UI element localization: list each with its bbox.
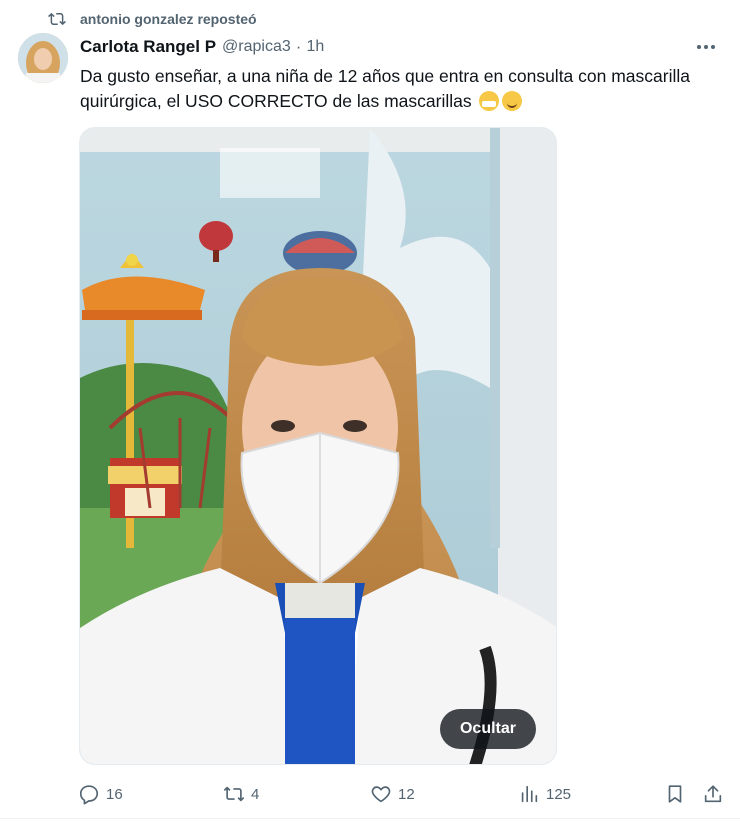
repost-icon xyxy=(48,12,66,26)
smiling-face-emoji xyxy=(502,91,523,111)
repost-button[interactable]: 4 xyxy=(223,780,259,808)
tweet-actions: 16 4 12 125 xyxy=(78,780,730,808)
more-options-icon[interactable] xyxy=(692,36,720,58)
views-button[interactable]: 125 xyxy=(518,780,571,808)
views-count: 125 xyxy=(546,785,572,803)
display-name[interactable]: Carlota Rangel P xyxy=(80,37,216,57)
like-count: 12 xyxy=(398,785,415,803)
photo-illustration xyxy=(80,128,556,764)
tweet-header: Carlota Rangel P @rapica3 · 1h xyxy=(80,36,720,58)
divider xyxy=(0,818,740,819)
timestamp[interactable]: 1h xyxy=(306,38,324,56)
bookmark-icon xyxy=(668,785,682,803)
face-with-medical-mask-emoji xyxy=(479,91,500,111)
repost-action-icon xyxy=(224,786,244,802)
hide-media-button[interactable]: Ocultar xyxy=(439,709,536,749)
bookmark-button[interactable] xyxy=(664,780,686,808)
tweet-photo[interactable]: Ocultar xyxy=(79,127,557,765)
like-button[interactable]: 12 xyxy=(370,780,415,808)
avatar[interactable] xyxy=(18,33,68,83)
reply-button[interactable]: 16 xyxy=(78,780,123,808)
reply-count: 16 xyxy=(106,785,123,803)
share-button[interactable] xyxy=(702,780,724,808)
views-chart-icon xyxy=(521,785,538,803)
tweet-body: Da gusto enseñar, a una niña de 12 años … xyxy=(80,66,690,111)
repost-count: 4 xyxy=(251,785,260,803)
repost-indicator: antonio gonzalez reposteó xyxy=(48,8,257,30)
tweet-text: Da gusto enseñar, a una niña de 12 años … xyxy=(80,64,725,114)
reply-icon xyxy=(79,785,99,805)
heart-icon xyxy=(371,786,391,803)
share-icon xyxy=(704,785,722,803)
user-handle[interactable]: @rapica3 xyxy=(222,38,291,56)
separator: · xyxy=(295,37,302,56)
repost-text[interactable]: antonio gonzalez reposteó xyxy=(80,11,257,27)
